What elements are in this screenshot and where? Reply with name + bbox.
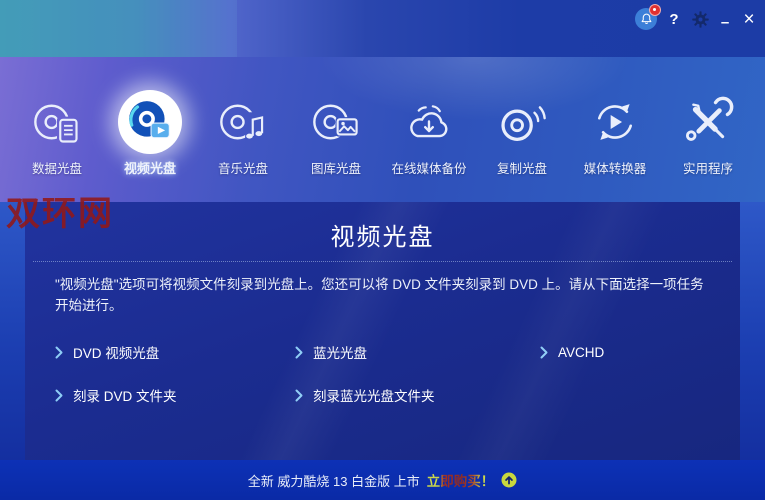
chevron-right-icon <box>55 389 63 401</box>
data-disc-icon <box>34 104 78 143</box>
footer-bar: 全新 威力酷烧 13 白金版 上市 立即购买！ <box>0 460 765 500</box>
close-button[interactable]: × <box>741 10 757 29</box>
task-label: DVD 视频光盘 <box>73 346 160 361</box>
page-title: 视频光盘 <box>330 224 435 251</box>
task-list: DVD 视频光盘 蓝光光盘 AVCHD 刻录 DVD 文件夹 刻录蓝光光盘文件夹 <box>55 342 715 405</box>
notifications-button[interactable] <box>635 4 661 30</box>
promo-text: 全新 威力酷烧 13 白金版 上市 <box>247 473 420 489</box>
buy-now-link[interactable]: 立即购买！ <box>427 470 495 490</box>
task-burn-dvd-folder[interactable]: 刻录 DVD 文件夹 <box>55 385 295 405</box>
tab-label: 数据光盘 <box>31 162 82 176</box>
task-label: 刻录蓝光光盘文件夹 <box>313 389 435 404</box>
chevron-right-icon <box>295 389 303 401</box>
task-dvd-video-disc[interactable]: DVD 视频光盘 <box>55 342 295 362</box>
tab-media-converter[interactable]: 媒体转换器 <box>569 90 662 177</box>
tab-copy-disc[interactable]: 复制光盘 <box>476 90 569 177</box>
selected-tab-halo <box>118 90 182 154</box>
arrow-up-circle-icon[interactable] <box>501 472 517 488</box>
chevron-right-icon <box>540 346 548 358</box>
task-label: 蓝光光盘 <box>313 346 367 361</box>
tab-label: 音乐光盘 <box>217 162 268 176</box>
tab-label: 图库光盘 <box>310 162 361 176</box>
task-avchd[interactable]: AVCHD <box>540 342 715 362</box>
tab-data-disc[interactable]: 数据光盘 <box>11 90 104 177</box>
titlebar: ? – × <box>0 0 765 57</box>
tab-label: 复制光盘 <box>496 162 547 176</box>
task-blu-ray-disc[interactable]: 蓝光光盘 <box>295 342 540 362</box>
chevron-right-icon <box>55 346 63 358</box>
tab-label: 媒体转换器 <box>583 162 647 176</box>
tab-utilities[interactable]: 实用程序 <box>662 90 755 177</box>
chevron-right-icon <box>295 346 303 358</box>
tab-gallery-disc[interactable]: 图库光盘 <box>290 90 383 177</box>
tab-label: 视频光盘 <box>123 161 176 176</box>
panel-description: "视频光盘"选项可将视频文件刻录到光盘上。您还可以将 DVD 文件夹刻录到 DV… <box>55 277 704 313</box>
music-disc-icon <box>220 104 264 140</box>
tab-video-disc[interactable]: 视频光盘 <box>104 90 197 177</box>
media-converter-icon <box>597 104 633 140</box>
tab-online-media-backup[interactable]: 在线媒体备份 <box>383 90 476 177</box>
tab-label: 实用程序 <box>682 162 733 176</box>
app-tabs: 数据光盘 视频光盘 音乐光盘 图库光盘 在线媒体备份 复制光盘 媒体转换器 实用… <box>0 57 765 177</box>
tab-music-disc[interactable]: 音乐光盘 <box>197 90 290 177</box>
app-window: ? – × 数据光盘 视频光盘 音乐光盘 图库光盘 在线媒体备份 复制光盘 媒体… <box>0 0 765 500</box>
task-label: AVCHD <box>558 344 605 360</box>
content-area: 视频光盘 "视频光盘"选项可将视频文件刻录到光盘上。您还可以将 DVD 文件夹刻… <box>0 202 765 460</box>
titlebar-controls: ? – × <box>635 4 757 34</box>
tab-label: 在线媒体备份 <box>391 162 467 176</box>
task-label: 刻录 DVD 文件夹 <box>73 389 177 404</box>
settings-button[interactable] <box>691 10 709 28</box>
minimize-button[interactable]: – <box>718 15 732 30</box>
gallery-disc-icon <box>313 104 358 140</box>
task-burn-blu-ray-folder[interactable]: 刻录蓝光光盘文件夹 <box>295 385 540 405</box>
help-button[interactable]: ? <box>666 12 682 27</box>
notification-badge <box>649 4 661 16</box>
app-tab-band: 数据光盘 视频光盘 音乐光盘 图库光盘 在线媒体备份 复制光盘 媒体转换器 实用… <box>0 57 765 202</box>
video-disc-icon <box>129 101 170 139</box>
main-panel: 视频光盘 "视频光盘"选项可将视频文件刻录到光盘上。您还可以将 DVD 文件夹刻… <box>25 202 740 460</box>
titlebar-accent <box>0 0 237 57</box>
cloud-backup-icon <box>410 105 448 138</box>
copy-disc-icon <box>501 106 546 141</box>
utilities-icon <box>686 96 734 141</box>
gear-icon <box>691 10 709 28</box>
